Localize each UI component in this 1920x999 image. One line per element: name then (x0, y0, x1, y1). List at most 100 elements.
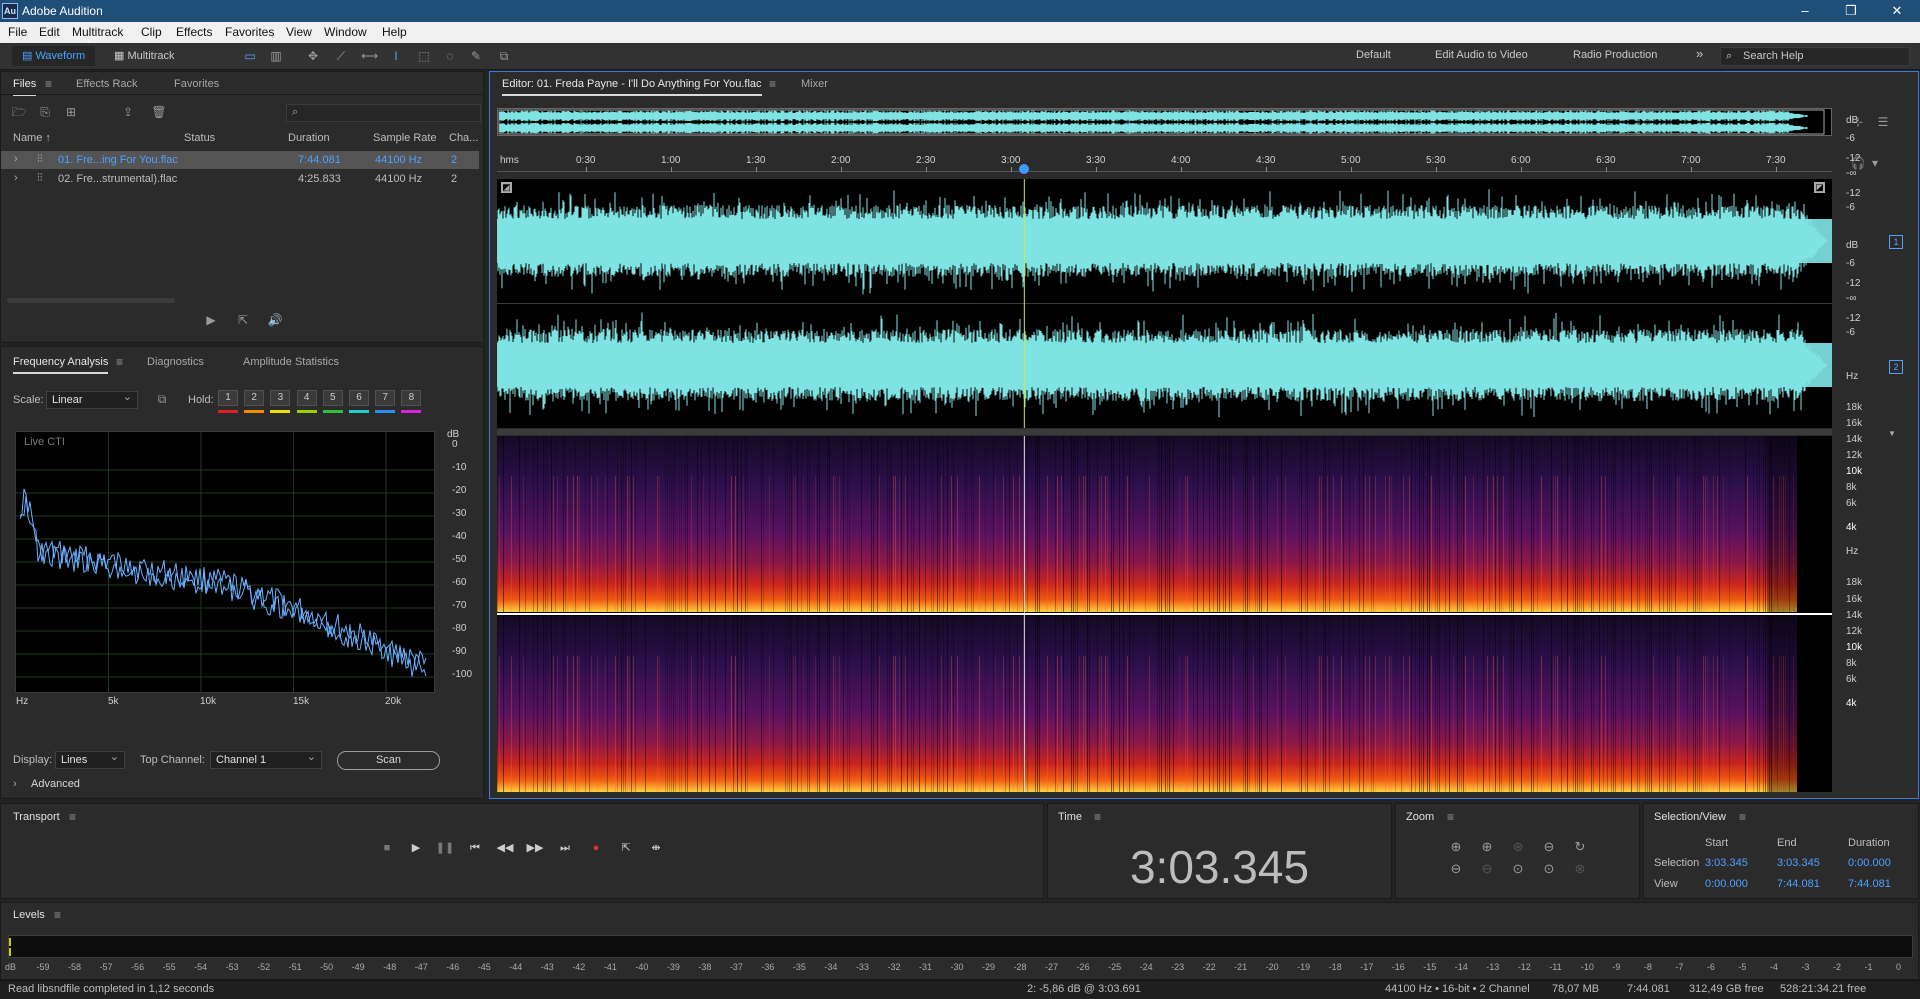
expand-icon[interactable]: › (14, 153, 18, 165)
close-button[interactable]: ✕ (1874, 0, 1920, 22)
file-row[interactable]: › ⫶⫶ 01. Fre...ing For You.flac 7:44.081… (1, 151, 479, 169)
menu-effects[interactable]: Effects (176, 25, 212, 39)
advanced-label[interactable]: Advanced (31, 778, 80, 790)
loop-preview-icon[interactable]: ⇱ (235, 312, 251, 328)
marker-icon[interactable]: ▾ (1867, 155, 1883, 171)
menu-file[interactable]: File (8, 25, 27, 39)
zoom-selection-icon[interactable]: ⊛ (1507, 837, 1529, 857)
workspace-default[interactable]: Default (1356, 49, 1391, 61)
workspace-radio-production[interactable]: Radio Production (1573, 49, 1657, 61)
col-name[interactable]: Name ↑ (13, 132, 51, 144)
record-button[interactable]: ● (585, 838, 607, 858)
selection-end[interactable]: 3:03.345 (1777, 857, 1820, 869)
menu-clip[interactable]: Clip (141, 25, 162, 39)
waveform-mode-button[interactable]: ▤ Waveform (12, 46, 96, 66)
time-menu-icon[interactable]: ≡ (1094, 810, 1101, 824)
hold-button-5[interactable]: 5 (322, 390, 343, 406)
waveform-view-icon[interactable]: ▭ (242, 48, 258, 64)
collapse-icon[interactable]: ▼ (1888, 429, 1896, 438)
search-help-input[interactable]: ⌕ Search Help (1720, 47, 1910, 66)
auto-play-icon[interactable]: 🔊 (267, 312, 283, 328)
spectral-display[interactable] (497, 436, 1832, 792)
menu-help[interactable]: Help (382, 25, 407, 39)
time-ruler[interactable]: hms 0:30 1:00 1:30 2:00 2:30 3:00 3:30 4:00 4:30 5… (497, 154, 1832, 174)
hold-button-6[interactable]: 6 (349, 390, 369, 406)
copy-icon[interactable]: ⧉ (154, 391, 170, 407)
tab-diagnostics[interactable]: Diagnostics (147, 356, 204, 368)
col-channels[interactable]: Cha... (449, 132, 478, 144)
slip-tool-icon[interactable]: ⟷ (361, 48, 378, 64)
open-file-icon[interactable]: 🗁 (11, 104, 27, 120)
view-end[interactable]: 7:44.081 (1777, 878, 1820, 890)
menu-edit[interactable]: Edit (39, 25, 60, 39)
tab-mixer[interactable]: Mixer (801, 78, 828, 90)
lasso-tool-icon[interactable]: ◌ (442, 48, 458, 64)
tab-editor[interactable]: Editor: 01. Freda Payne - I'll Do Anythi… (502, 78, 762, 96)
new-file-icon[interactable]: ⊞ (63, 104, 79, 120)
view-divider[interactable] (497, 429, 1832, 435)
razor-tool-icon[interactable]: ⟋ (333, 48, 349, 64)
zoom-reset-icon[interactable]: ↻ (1569, 837, 1591, 857)
scan-button[interactable]: Scan (337, 751, 440, 770)
channel-2-toggle[interactable]: 2 (1889, 360, 1903, 374)
files-menu-icon[interactable]: ≡ (45, 77, 52, 91)
tab-frequency-analysis[interactable]: Frequency Analysis (13, 356, 109, 374)
hold-button-1[interactable]: 1 (218, 390, 238, 406)
files-search-input[interactable]: ⌕ (286, 104, 481, 122)
insert-into-multitrack-icon[interactable]: ⇪ (120, 104, 136, 120)
editor-menu-icon[interactable]: ≡ (769, 77, 776, 91)
transport-menu-icon[interactable]: ≡ (69, 810, 76, 824)
rewind-button[interactable]: ◀◀ (494, 838, 516, 858)
selection-view-menu-icon[interactable]: ≡ (1739, 810, 1746, 824)
tab-favorites[interactable]: Favorites (174, 78, 219, 90)
multitrack-mode-button[interactable]: ▦ Multitrack (104, 46, 185, 66)
menu-window[interactable]: Window (324, 25, 367, 39)
hold-button-7[interactable]: 7 (375, 390, 396, 406)
pause-button[interactable]: ❚❚ (434, 838, 456, 858)
scale-select[interactable]: Linear (46, 389, 138, 409)
move-to-previous-button[interactable]: ⏮ (464, 838, 486, 858)
zoom-in-right-icon[interactable]: ⊙ (1538, 859, 1560, 879)
zoom-menu-icon[interactable]: ≡ (1447, 810, 1454, 824)
maximize-button[interactable]: ❐ (1828, 0, 1874, 22)
loop-playback-button[interactable]: ⇱ (615, 838, 637, 858)
import-file-icon[interactable]: ⎘ (37, 104, 53, 120)
view-start[interactable]: 0:00.000 (1705, 878, 1748, 890)
marquee-tool-icon[interactable]: ⬚ (416, 48, 432, 64)
zoom-full-icon[interactable]: ⊗ (1569, 859, 1591, 879)
tab-amplitude-statistics[interactable]: Amplitude Statistics (243, 356, 339, 368)
play-button[interactable]: ▶ (405, 838, 427, 858)
spot-healing-tool-icon[interactable]: ⧉ (496, 48, 512, 64)
expand-icon[interactable]: › (14, 172, 18, 184)
zoom-in-left-icon[interactable]: ⊙ (1507, 859, 1529, 879)
col-duration[interactable]: Duration (288, 132, 330, 144)
zoom-out-time-icon[interactable]: ⊖ (1476, 859, 1498, 879)
frequency-menu-icon[interactable]: ≡ (116, 355, 123, 369)
close-file-icon[interactable]: 🗑 (151, 104, 167, 120)
zoom-in-time-icon[interactable]: ⊕ (1476, 837, 1498, 857)
advanced-expand-icon[interactable]: › (13, 778, 17, 790)
file-row[interactable]: › ⫶⫶ 02. Fre...strumental).flac 4:25.833… (1, 170, 479, 188)
selection-duration[interactable]: 0:00.000 (1848, 857, 1891, 869)
menu-favorites[interactable]: Favorites (225, 25, 274, 39)
waveform-display[interactable]: ◩ ◪ (497, 179, 1832, 428)
playhead-handle[interactable] (1019, 164, 1030, 174)
selection-start[interactable]: 3:03.345 (1705, 857, 1748, 869)
time-display[interactable]: 3:03.345 (1048, 840, 1391, 894)
spectral-view-icon[interactable]: ▥ (268, 48, 284, 64)
more-workspaces-button[interactable]: » (1696, 46, 1703, 61)
move-tool-icon[interactable]: ✥ (305, 48, 321, 64)
editor-options-icon[interactable]: ☰ (1875, 114, 1891, 130)
col-status[interactable]: Status (184, 132, 215, 144)
display-select[interactable]: Lines (55, 749, 125, 769)
skip-selection-button[interactable]: ⇼ (645, 838, 667, 858)
levels-menu-icon[interactable]: ≡ (54, 908, 61, 922)
minimize-button[interactable]: – (1782, 0, 1828, 22)
zoom-in-amplitude-icon[interactable]: ⊕ (1445, 837, 1467, 857)
col-sample-rate[interactable]: Sample Rate (373, 132, 437, 144)
view-duration[interactable]: 7:44.081 (1848, 878, 1891, 890)
tab-files[interactable]: Files (13, 78, 37, 96)
play-preview-icon[interactable]: ▶ (203, 312, 219, 328)
hold-button-8[interactable]: 8 (401, 390, 422, 406)
channel-1-toggle[interactable]: 1 (1889, 235, 1903, 249)
